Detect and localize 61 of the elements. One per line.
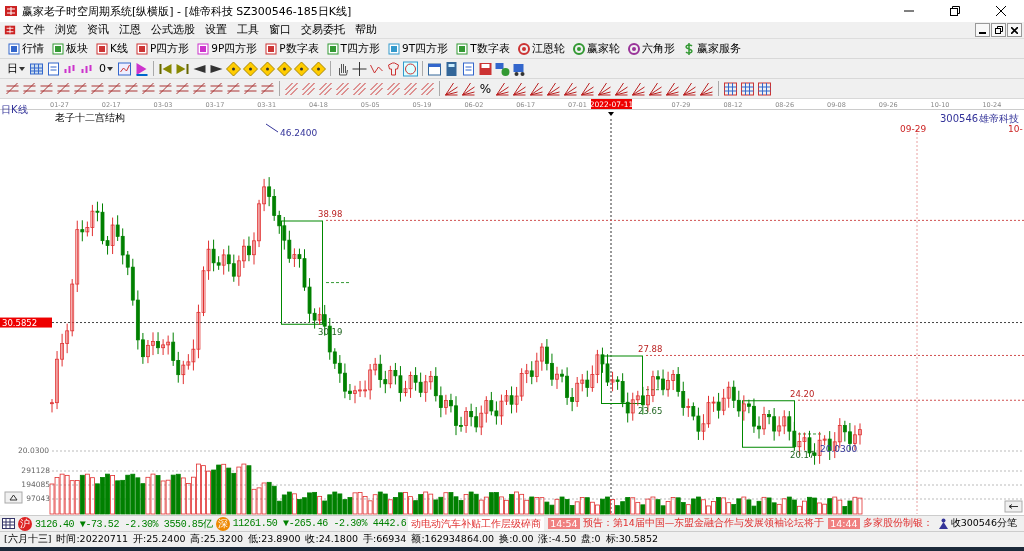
date-label: 10-	[1008, 124, 1023, 134]
toolbar-button[interactable]: 赢家服务	[678, 41, 745, 56]
status-field: 低:23.8900	[248, 533, 301, 546]
date-label: 09-29	[900, 124, 927, 134]
index-badge: 深	[215, 516, 230, 531]
status-field: 盘:0	[581, 533, 601, 546]
period-selector[interactable]: 日	[4, 61, 28, 76]
news-headline[interactable]: 动电动汽车补贴工作层级碎商	[408, 516, 545, 531]
menu-item[interactable]: 公式选股	[146, 23, 200, 37]
status-field: 额:162934864.00	[411, 533, 495, 546]
status-field: 换:0.00	[499, 533, 534, 546]
menu-item[interactable]: 文件	[18, 23, 50, 37]
toolbar-button[interactable]: P四方形	[131, 41, 194, 56]
menu-item[interactable]: 窗口	[264, 23, 296, 37]
price-label: 24.20	[790, 389, 815, 400]
news-time: 14:54	[548, 518, 580, 529]
toolbar-button[interactable]: 9P四方形	[193, 41, 262, 56]
ticks-link[interactable]: 收300546分笔	[950, 517, 1017, 530]
status-field: 涨:-4.50	[538, 533, 577, 546]
toolbar-button[interactable]: 赢家轮	[568, 41, 624, 56]
index-quote: 3126.40 ▼-73.52 -2.30% 3550.85亿	[35, 517, 213, 531]
news-time: 14:44	[828, 518, 860, 529]
news-item[interactable]: 多家股份制银：	[862, 517, 933, 530]
toolbar-button[interactable]: 行情	[4, 41, 48, 56]
index-quote: 11261.50 ▼-265.46 -2.30% 4442.6	[232, 518, 407, 529]
window-title: 赢家老子时空周期系统[纵横版] - [雄帝科技 SZ300546-185日K线]	[22, 3, 353, 19]
news-item[interactable]: 预告：第14届中国—东盟金融合作与发展领袖论坛将于	[582, 517, 825, 530]
status-field: 高:25.3200	[190, 533, 243, 546]
price-marker: 30.5852	[0, 317, 52, 329]
stock-code: 300546	[940, 113, 979, 124]
menu-item[interactable]: 资讯	[82, 23, 114, 37]
study-title: 老子十二宫结构	[55, 112, 125, 123]
index-badge: 沪	[18, 516, 32, 531]
menu-item[interactable]: 江恩	[114, 23, 146, 37]
stock-name: 雄帝科技	[979, 113, 1019, 124]
menu-item[interactable]: 工具	[232, 23, 264, 37]
menu-item[interactable]: 设置	[200, 23, 232, 37]
status-field: 开:25.2400	[133, 533, 186, 546]
toolbar-button[interactable]: T四方形	[322, 41, 384, 56]
status-field: 标:30.5852	[605, 533, 658, 546]
price-label: 20.17	[790, 449, 815, 460]
menu-item[interactable]: 帮助	[350, 23, 382, 37]
price-label: 46.2400	[280, 128, 318, 138]
status-field: 手:66934	[363, 533, 407, 546]
period-label: 日K线	[1, 104, 28, 115]
menu-item[interactable]: 浏览	[50, 23, 82, 37]
status-field: 收:24.1800	[305, 533, 358, 546]
menu-item[interactable]: 交易委托	[296, 23, 350, 37]
toolbar-button[interactable]: 六角形	[623, 41, 679, 56]
toolbar-button[interactable]: 江恩轮	[513, 41, 569, 56]
toolbar-button[interactable]: 板块	[48, 41, 92, 56]
price-label: 27.88	[638, 344, 663, 355]
number-selector[interactable]: 0	[96, 62, 116, 75]
price-label: 38.98	[318, 209, 343, 220]
toolbar-button[interactable]: P数字表	[261, 41, 323, 56]
toolbar-button[interactable]: T数字表	[452, 41, 514, 56]
status-field: 时间:20220711	[56, 533, 128, 546]
percent-tool[interactable]: %	[477, 81, 494, 96]
status-field: [六月十三]	[4, 533, 52, 546]
toolbar-button[interactable]: K线	[92, 41, 132, 56]
toolbar-button[interactable]: 9T四方形	[384, 41, 453, 56]
